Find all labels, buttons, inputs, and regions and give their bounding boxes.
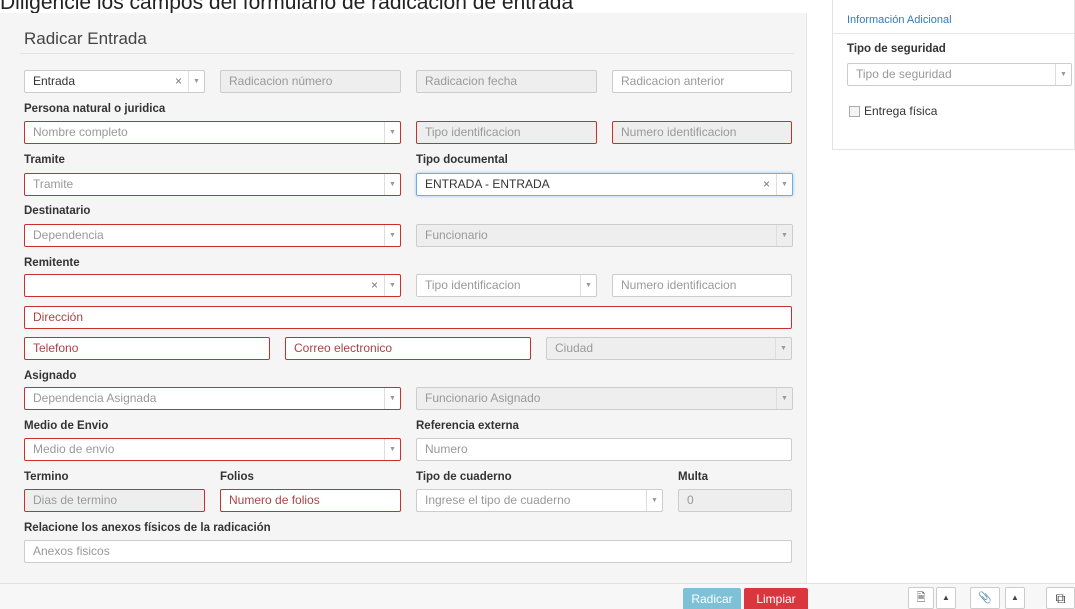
termino-label: Termino xyxy=(24,471,69,483)
clear-icon[interactable]: × xyxy=(175,71,182,92)
nombre-completo-select[interactable]: Nombre completo ▼ xyxy=(24,121,401,144)
title-divider xyxy=(20,53,794,54)
tramite-select[interactable]: Tramite ▼ xyxy=(24,173,401,196)
ciudad-select[interactable]: Ciudad ▼ xyxy=(546,337,792,360)
chevron-down-icon[interactable]: ▼ xyxy=(384,225,400,246)
chevron-down-icon[interactable]: ▼ xyxy=(776,174,792,195)
persona-tipo-identificacion-field[interactable]: Tipo identificacion xyxy=(416,121,597,144)
page-title: Radicar Entrada xyxy=(24,29,147,48)
chevron-down-icon[interactable]: ▼ xyxy=(188,71,204,92)
radicacion-numero-field[interactable]: Radicacion número xyxy=(220,70,401,93)
tipo-cuaderno-select[interactable]: Ingrese el tipo de cuaderno ▼ xyxy=(416,489,663,512)
remitente-select[interactable]: × ▼ xyxy=(24,274,401,297)
tramite-label: Tramite xyxy=(24,154,65,166)
informacion-adicional-panel: Información Adicional Tipo de seguridad … xyxy=(832,0,1075,150)
remitente-numero-identificacion-field[interactable]: Numero identificacion xyxy=(612,274,792,297)
entrega-fisica-label: Entrega física xyxy=(864,104,938,118)
medio-envio-select[interactable]: Medio de envio ▼ xyxy=(24,438,401,461)
folios-field[interactable]: Numero de folios xyxy=(220,489,401,512)
chevron-down-icon[interactable]: ▼ xyxy=(384,174,400,195)
tipo-documental-label: Tipo documental xyxy=(416,154,508,166)
caret-up-icon[interactable]: ▲ xyxy=(1005,587,1025,609)
persona-label: Persona natural o juridica xyxy=(24,103,166,115)
referencia-externa-field[interactable]: Numero xyxy=(416,438,792,461)
multa-label: Multa xyxy=(678,471,709,483)
document-icon[interactable]: 🗎 xyxy=(908,587,934,609)
chevron-down-icon[interactable]: ▼ xyxy=(384,439,400,460)
tipo-seguridad-select[interactable]: Tipo de seguridad ▼ xyxy=(847,63,1072,86)
telefono-field[interactable]: Telefono xyxy=(24,337,270,360)
dependencia-asignada-select[interactable]: Dependencia Asignada ▼ xyxy=(24,387,401,410)
radicacion-anterior-field[interactable]: Radicacion anterior xyxy=(612,70,792,93)
sidebar-divider xyxy=(833,33,1074,34)
chevron-down-icon[interactable]: ▼ xyxy=(384,122,400,143)
chevron-down-icon[interactable]: ▼ xyxy=(775,338,791,359)
paperclip-icon[interactable]: 📎 xyxy=(970,587,1000,609)
radicar-button[interactable]: Radicar xyxy=(683,588,741,609)
sidebar-heading: Información Adicional xyxy=(847,14,952,26)
tipo-seguridad-label: Tipo de seguridad xyxy=(847,43,946,55)
copy-icon[interactable]: ⧉ xyxy=(1046,587,1075,609)
chevron-down-icon[interactable]: ▼ xyxy=(384,388,400,409)
chevron-down-icon[interactable]: ▼ xyxy=(776,388,792,409)
limpiar-button[interactable]: Limpiar xyxy=(744,588,808,609)
anexos-label: Relacione los anexos físicos de la radic… xyxy=(24,522,271,534)
anexos-field[interactable]: Anexos fisicos xyxy=(24,540,792,563)
clear-icon[interactable]: × xyxy=(763,174,770,195)
correo-field[interactable]: Correo electronico xyxy=(285,337,531,360)
referencia-externa-label: Referencia externa xyxy=(416,420,519,432)
medio-envio-label: Medio de Envio xyxy=(24,420,109,432)
tipo-cuaderno-label: Tipo de cuaderno xyxy=(416,471,512,483)
termino-field[interactable]: Dias de termino xyxy=(24,489,205,512)
folios-label: Folios xyxy=(220,471,254,483)
multa-field[interactable]: 0 xyxy=(678,489,792,512)
remitente-label: Remitente xyxy=(24,257,80,269)
destinatario-label: Destinatario xyxy=(24,205,91,217)
caret-up-icon[interactable]: ▲ xyxy=(936,587,956,609)
tipo-documental-select[interactable]: ENTRADA - ENTRADA × ▼ xyxy=(416,173,793,196)
tipo-radicacion-select[interactable]: Entrada × ▼ xyxy=(24,70,205,93)
funcionario-select[interactable]: Funcionario ▼ xyxy=(416,224,793,247)
dependencia-select[interactable]: Dependencia ▼ xyxy=(24,224,401,247)
radicar-entrada-panel: Radicar Entrada Entrada × ▼ Radicacion n… xyxy=(0,13,807,583)
persona-numero-identificacion-field[interactable]: Numero identificacion xyxy=(612,121,792,144)
chevron-down-icon[interactable]: ▼ xyxy=(384,275,400,296)
clear-icon[interactable]: × xyxy=(371,275,378,296)
remitente-tipo-identificacion-select[interactable]: Tipo identificacion ▼ xyxy=(416,274,597,297)
chevron-down-icon[interactable]: ▼ xyxy=(646,490,662,511)
chevron-down-icon[interactable]: ▼ xyxy=(580,275,596,296)
footer-bar: Radicar Limpiar 🗎 ▲ 📎 ▲ ⧉ xyxy=(0,583,1075,609)
asignado-label: Asignado xyxy=(24,370,77,382)
direccion-field[interactable]: Dirección xyxy=(24,306,792,329)
chevron-down-icon[interactable]: ▼ xyxy=(776,225,792,246)
entrega-fisica-checkbox[interactable] xyxy=(849,106,860,117)
chevron-down-icon[interactable]: ▼ xyxy=(1055,64,1071,85)
radicacion-fecha-field[interactable]: Radicacion fecha xyxy=(416,70,597,93)
funcionario-asignado-select[interactable]: Funcionario Asignado ▼ xyxy=(416,387,793,410)
